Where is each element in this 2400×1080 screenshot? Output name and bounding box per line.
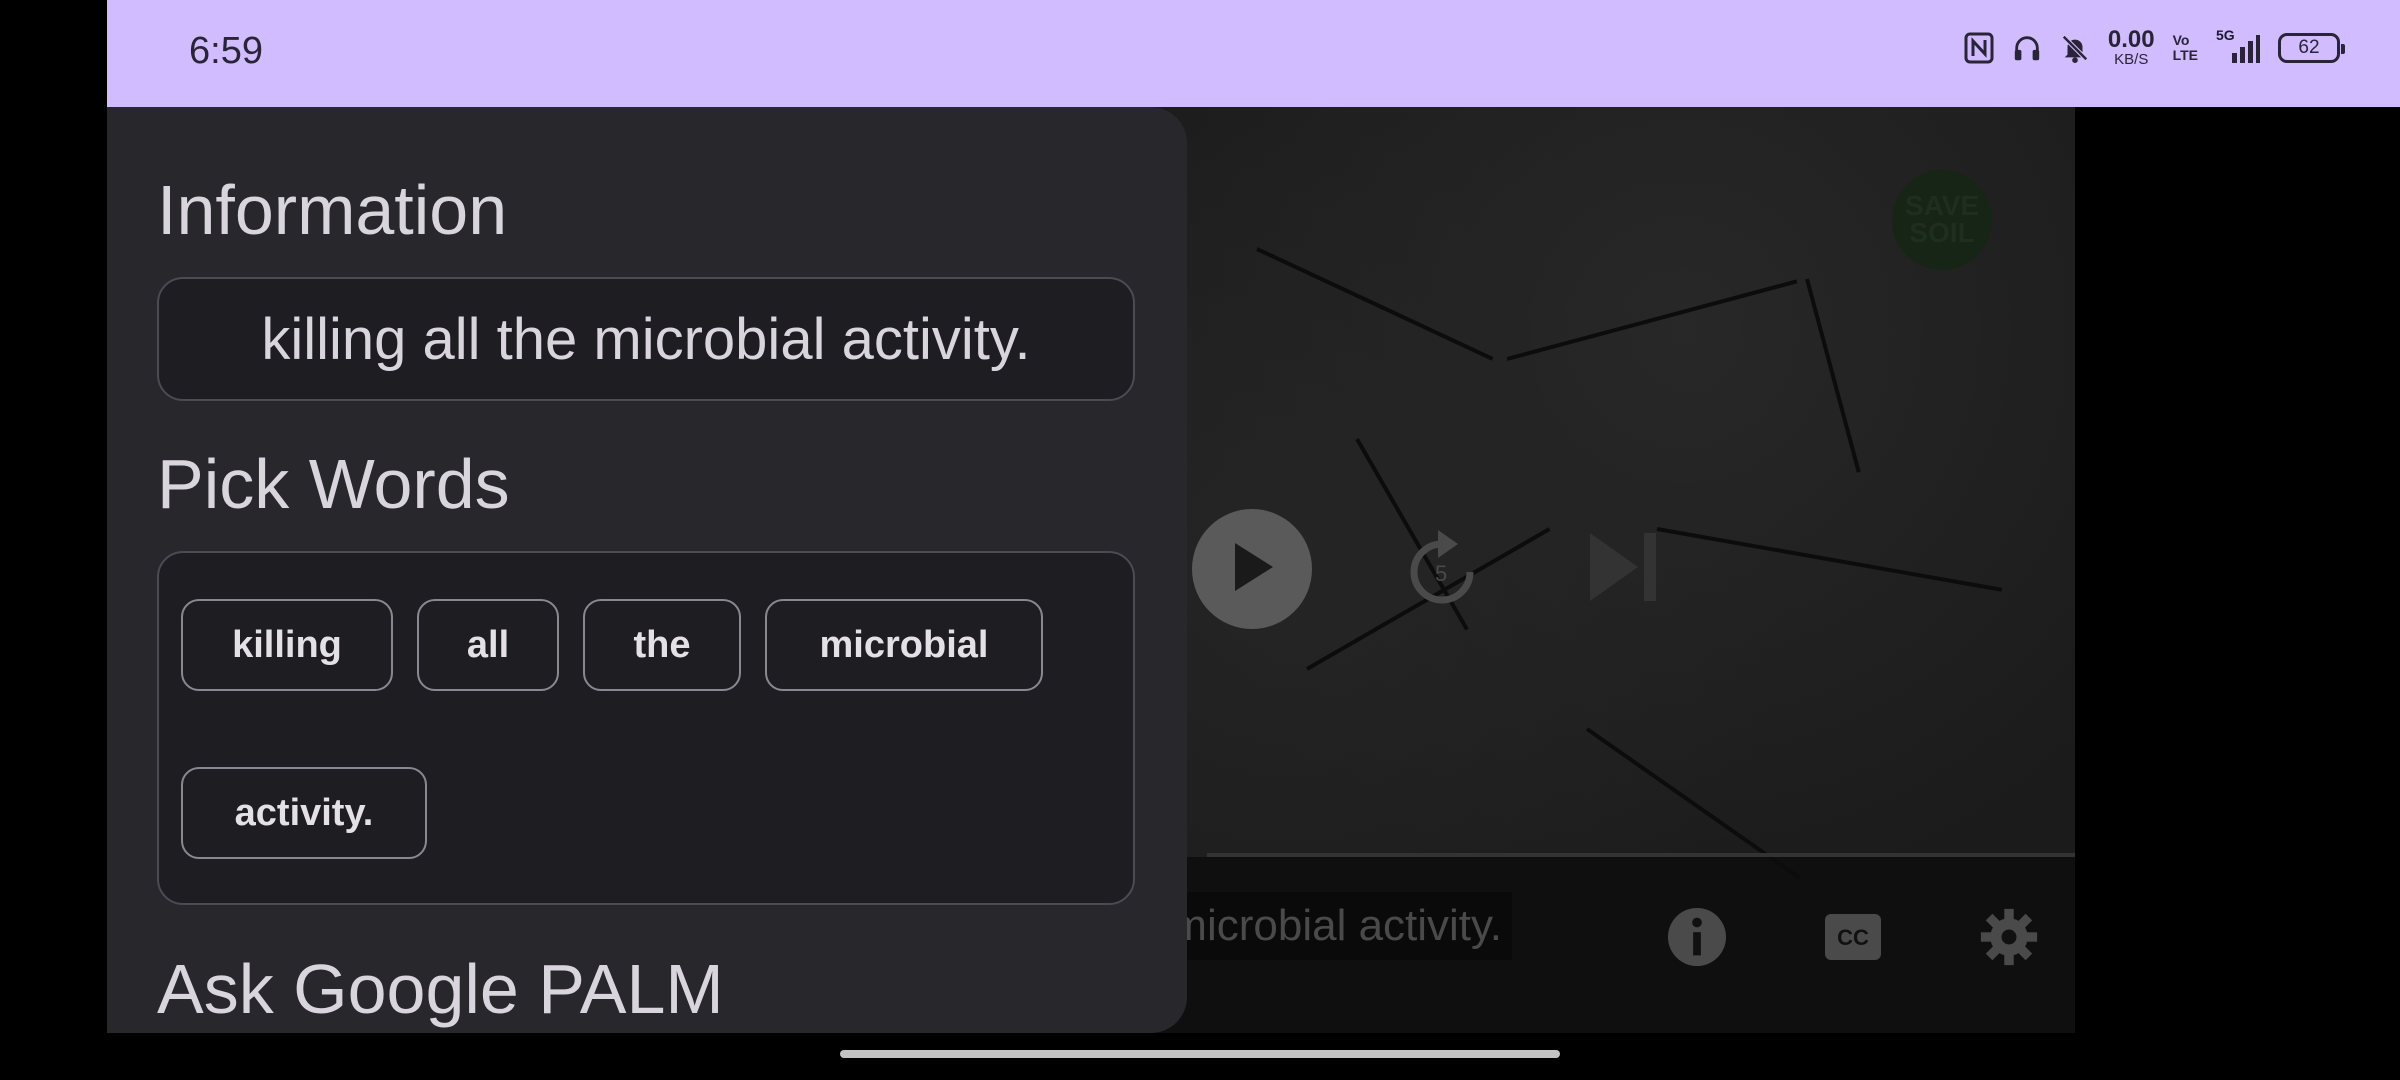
volte-bottom: LTE (2172, 46, 2198, 63)
battery-level: 62 (2298, 36, 2320, 58)
player-bottom-controls: CC (1667, 907, 2075, 967)
word-chip[interactable]: activity. (181, 767, 427, 859)
information-text-box: killing all the microbial activity. (157, 277, 1135, 401)
settings-button[interactable] (1979, 907, 2039, 967)
signal-icon: 5G (2216, 27, 2260, 65)
play-icon (1227, 539, 1277, 600)
information-text: killing all the microbial activity. (261, 306, 1031, 372)
info-button[interactable] (1667, 907, 1727, 967)
pick-words-box: killing all the microbial activity. (157, 551, 1135, 905)
closed-caption-button[interactable]: CC (1823, 907, 1883, 967)
skip-next-icon (1582, 527, 1662, 612)
video-letterbox (2075, 107, 2400, 857)
info-panel: Information killing all the microbial ac… (107, 107, 1187, 1033)
closed-caption-icon: CC (1825, 914, 1881, 960)
network-speed-value: 0.00 (2107, 26, 2155, 53)
skip-next-button[interactable] (1572, 519, 1672, 619)
svg-text:CC: CC (1837, 925, 1869, 950)
status-bar: 6:59 0.00 KB/S Vo LTE 5G 62 (107, 0, 2400, 107)
logo-line-1: SAVE (1904, 190, 1980, 222)
network-speed-unit: KB/S (2114, 51, 2149, 68)
network-type: 5G (2216, 26, 2235, 43)
headphones-icon (2012, 31, 2042, 65)
nfc-icon (1964, 31, 1994, 65)
logo-line-2: SOIL (1909, 217, 1975, 248)
word-chip[interactable]: all (417, 599, 559, 691)
settings-icon (1980, 908, 2038, 966)
word-chip[interactable]: microbial (765, 599, 1043, 691)
video-progress-bar[interactable] (1207, 853, 2075, 857)
volte-indicator: Vo LTE (2173, 33, 2198, 62)
replay-5-button[interactable]: 5 (1392, 519, 1492, 619)
ask-google-palm-title: Ask Google PALM (157, 950, 724, 1028)
word-chip[interactable]: the (583, 599, 741, 691)
word-chip[interactable]: killing (181, 599, 393, 691)
home-indicator[interactable] (840, 1050, 1560, 1058)
status-time: 6:59 (189, 30, 263, 72)
volte-top: Vo (2172, 31, 2190, 48)
status-icons: 0.00 KB/S Vo LTE 5G 62 (1964, 26, 2345, 68)
battery-indicator: 62 (2278, 32, 2345, 63)
save-soil-logo: SAVE SOIL (1892, 170, 1992, 270)
replay-seconds: 5 (1435, 561, 1448, 586)
player-controls: 5 (1192, 509, 1672, 629)
information-title: Information (157, 171, 508, 249)
bell-off-icon (2060, 31, 2090, 65)
pick-words-title: Pick Words (157, 445, 510, 523)
play-button[interactable] (1192, 509, 1312, 629)
info-icon (1667, 907, 1727, 967)
network-speed: 0.00 KB/S (2107, 26, 2155, 68)
